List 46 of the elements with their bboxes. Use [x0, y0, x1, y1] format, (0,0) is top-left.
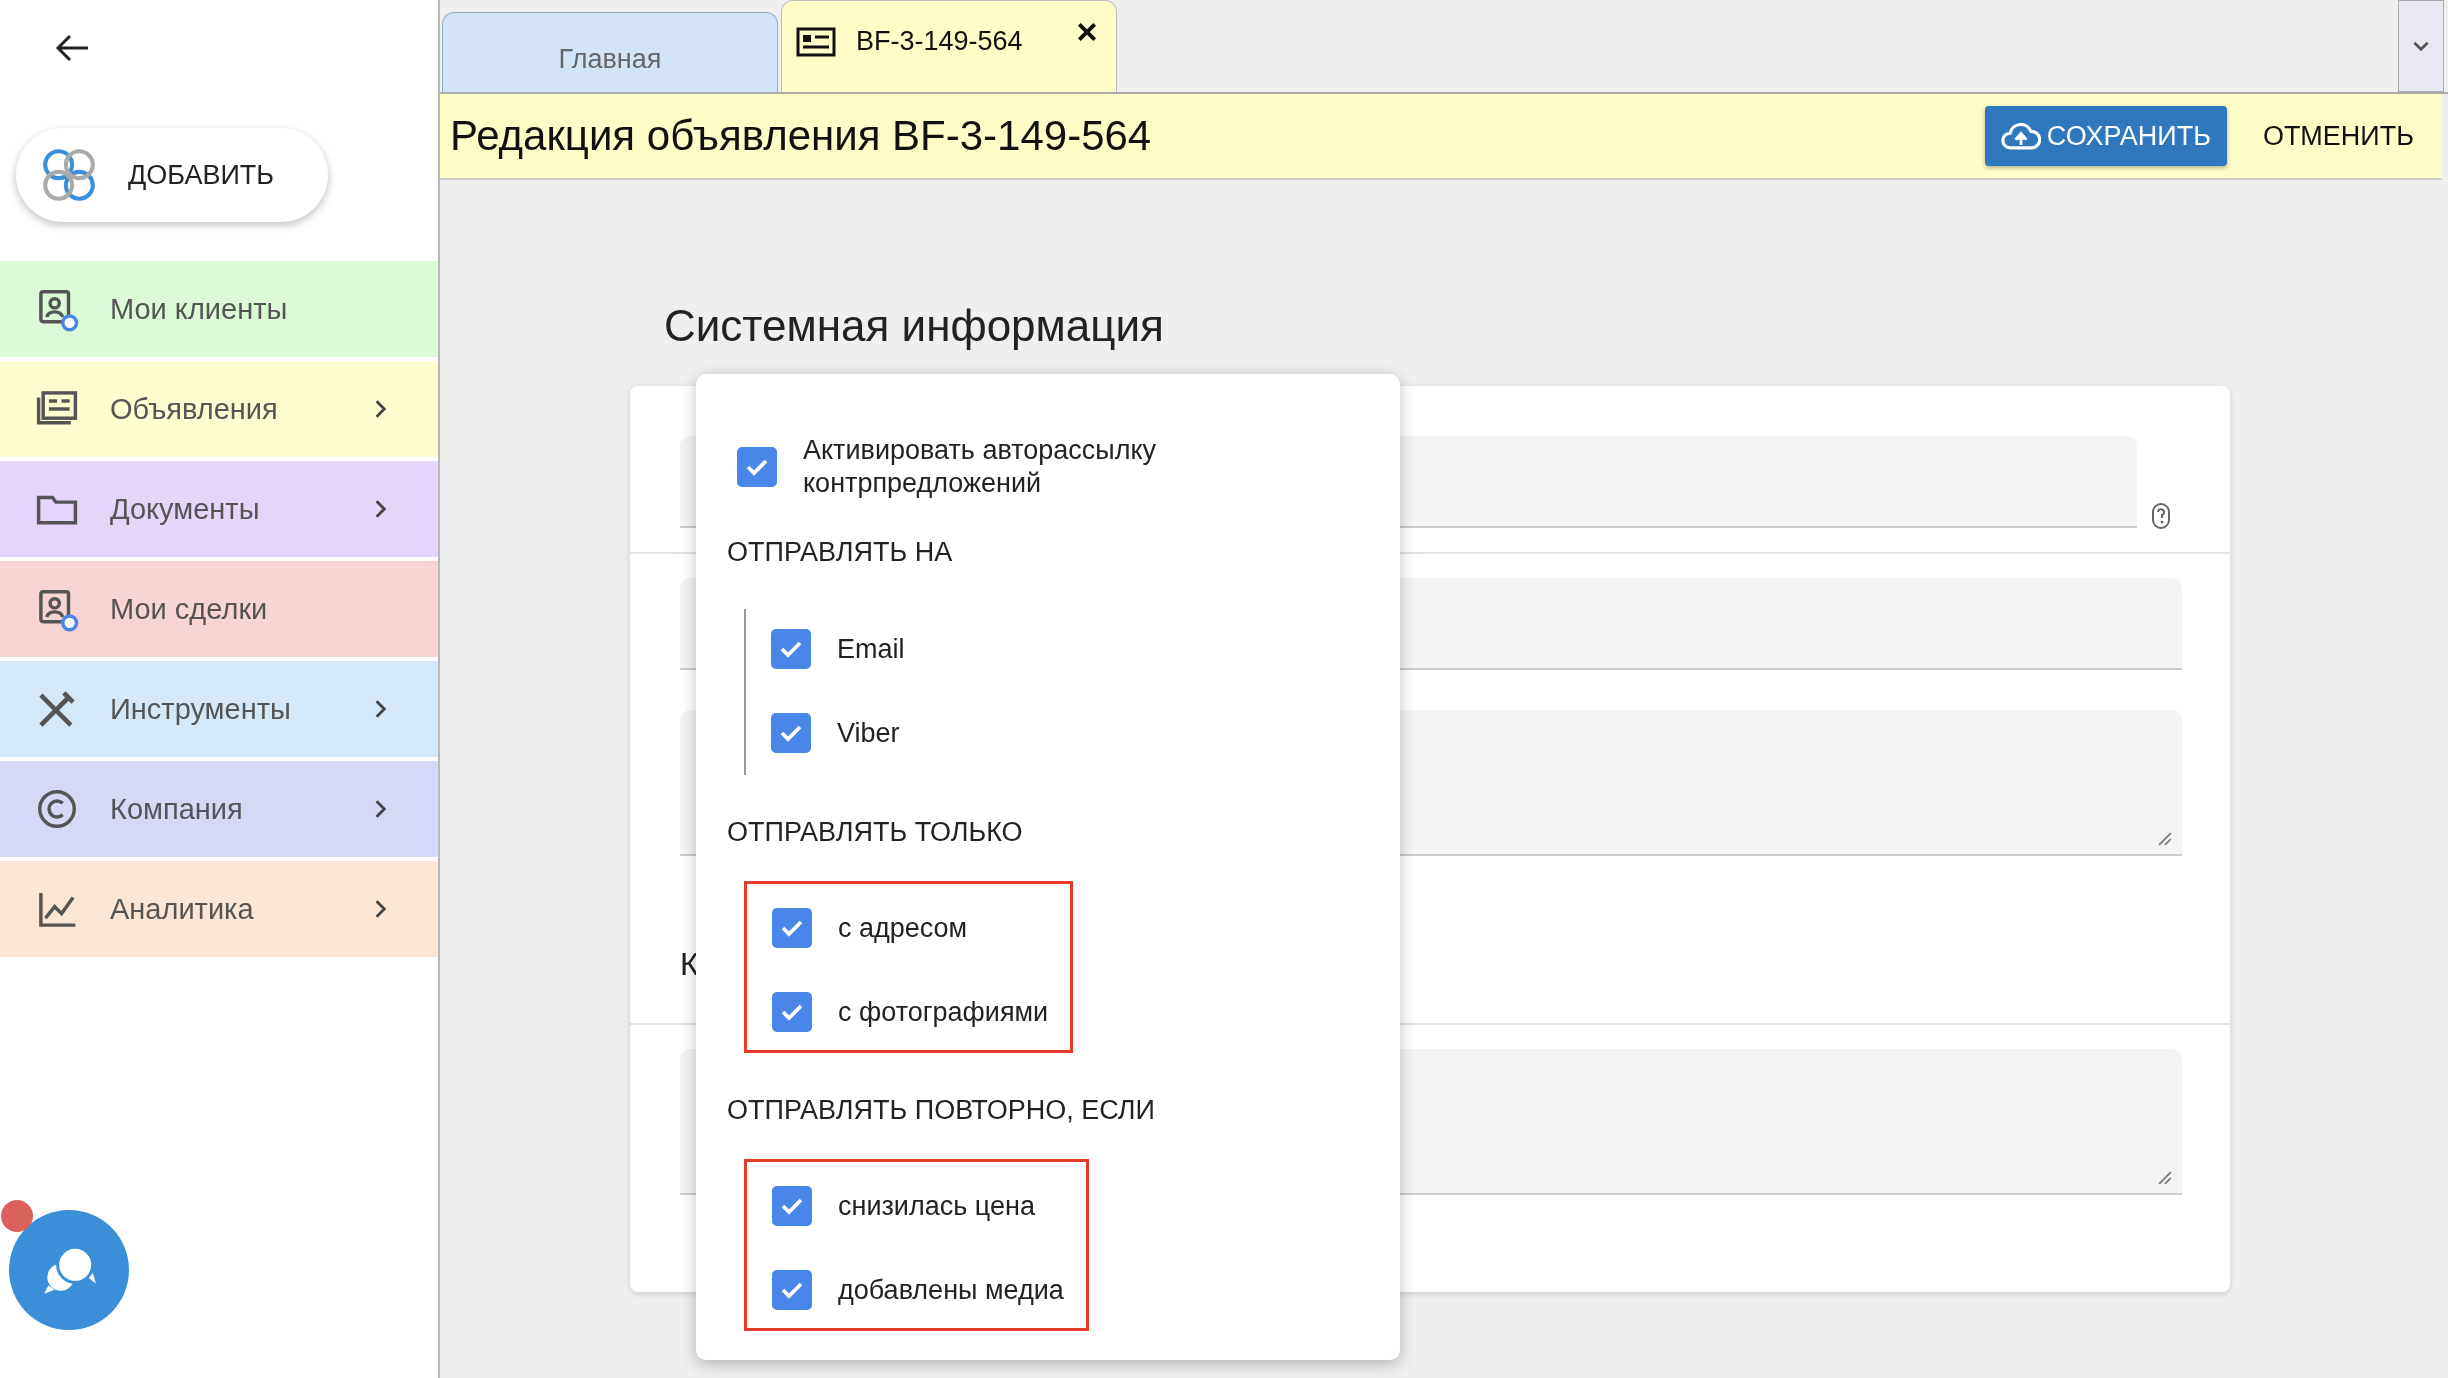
subsection-title: К [680, 946, 699, 983]
checkbox-label: Активировать авторассылку контрпредложений [803, 434, 1158, 500]
sidebar-item[interactable]: Компания [0, 761, 438, 857]
menu-label: Аналитика [110, 892, 255, 926]
group-title: ОТПРАВЛЯТЬ ПОВТОРНО, ЕСЛИ [727, 1094, 1156, 1127]
dropdown-button[interactable] [2398, 0, 2444, 92]
sidebar-item[interactable]: Мои сделки [0, 561, 438, 657]
checkbox-label: с адресом [838, 912, 968, 944]
close-icon[interactable] [1076, 21, 1098, 43]
cancel-button[interactable]: ОТМЕНИТЬ [2262, 120, 2414, 152]
tab[interactable]: BF-3-149-564 [781, 0, 1117, 92]
checkbox[interactable] [772, 1270, 812, 1310]
checkbox[interactable] [772, 908, 812, 948]
sidebar-item[interactable]: Аналитика [0, 861, 438, 957]
help-icon[interactable] [2151, 502, 2171, 530]
checkbox-label: добавлены медиа [838, 1274, 1064, 1306]
sidebar-item[interactable]: Объявления [0, 361, 438, 457]
add-button[interactable]: ДОБАВИТЬ [16, 128, 328, 222]
group-title: ОТПРАВЛЯТЬ ТОЛЬКО [727, 816, 1024, 849]
menu-label: Объявления [110, 392, 279, 426]
sidebar-item[interactable]: Документы [0, 461, 438, 557]
save-button[interactable]: СОХРАНИТЬ [1984, 106, 2227, 166]
menu-label: Документы [110, 492, 261, 526]
checkbox-label: с фотографиями [838, 996, 1049, 1028]
resize-handle-icon [2158, 832, 2172, 846]
checkbox-label: Email [837, 633, 905, 665]
menu-label: Мои сделки [110, 592, 269, 626]
menu-label: Инструменты [110, 692, 292, 726]
checkbox[interactable] [771, 713, 811, 753]
sidebar-item[interactable]: Мои клиенты [0, 261, 438, 357]
group-title: ОТПРАВЛЯТЬ НА [727, 536, 954, 569]
checkbox[interactable] [772, 992, 812, 1032]
checkbox[interactable] [771, 629, 811, 669]
page-title: Редакция объявления BF-3-149-564 [450, 112, 1153, 160]
checkbox[interactable] [737, 447, 777, 487]
card-icon [796, 26, 836, 57]
checkbox[interactable] [772, 1186, 812, 1226]
menu-label: Компания [110, 792, 244, 826]
menu-label: Мои клиенты [110, 292, 289, 326]
checkbox-label: снизилась цена [838, 1190, 1035, 1222]
checkbox-label: Viber [837, 717, 900, 749]
section-title: Системная информация [664, 300, 1165, 352]
resize-handle-icon [2158, 1171, 2172, 1185]
tab[interactable]: Главная [442, 12, 778, 92]
cloud-upload-icon [2000, 121, 2041, 151]
sidebar-item[interactable]: Инструменты [0, 661, 438, 757]
